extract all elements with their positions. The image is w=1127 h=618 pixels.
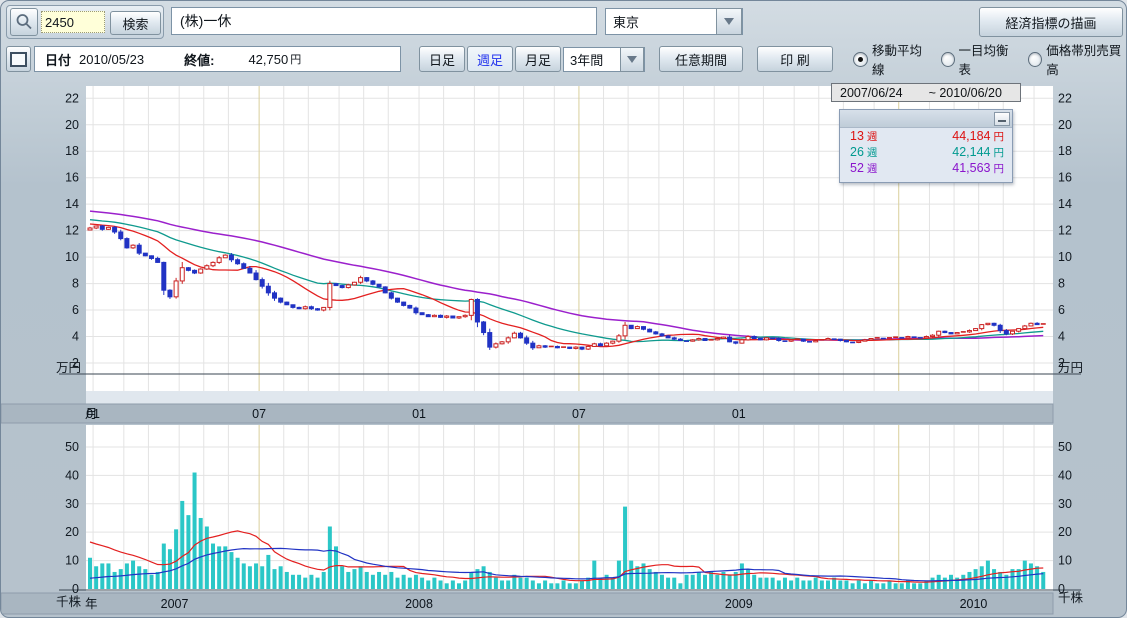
svg-text:22: 22 <box>1058 91 1072 105</box>
range-from: 2007/06/24 <box>840 86 903 100</box>
svg-text:万円: 万円 <box>56 361 81 375</box>
svg-text:20: 20 <box>65 118 79 132</box>
svg-text:01: 01 <box>412 407 426 421</box>
svg-text:年: 年 <box>85 597 98 611</box>
svg-text:千株: 千株 <box>56 594 82 609</box>
ma-legend-panel: 13週 44,184円 26週 42,144円 52週 41,563円 <box>839 109 1013 183</box>
svg-text:18: 18 <box>65 144 79 158</box>
svg-text:4: 4 <box>72 330 79 344</box>
minimize-icon[interactable] <box>994 112 1010 126</box>
svg-text:千株: 千株 <box>1058 590 1084 605</box>
range-select-value: 3年間 <box>570 50 603 69</box>
quote-info-field: 日付 2010/05/23 終値: 42,750 円 <box>34 46 401 72</box>
svg-text:2009: 2009 <box>725 597 753 611</box>
radio-icon <box>853 52 868 67</box>
range-to: ~ 2010/06/20 <box>929 86 1002 100</box>
radio-volume-by-price[interactable]: 価格帯別売買高 <box>1028 40 1126 78</box>
radio-moving-average[interactable]: 移動平均線 <box>853 40 928 78</box>
svg-text:6: 6 <box>1058 303 1065 317</box>
ma-legend-header <box>840 110 1012 128</box>
svg-text:16: 16 <box>1058 171 1072 185</box>
svg-text:07: 07 <box>252 407 266 421</box>
svg-text:01: 01 <box>86 407 100 421</box>
date-range-box[interactable]: 2007/06/24 ~ 2010/06/20 <box>831 83 1021 102</box>
close-label: 終値: <box>184 50 214 69</box>
overlay-radio-group: 移動平均線 一目均衡表 価格帯別売買高 <box>853 46 1126 72</box>
range-dropdown-button[interactable] <box>620 47 644 72</box>
svg-text:12: 12 <box>65 224 79 238</box>
search-icon <box>15 13 33 31</box>
svg-text:12: 12 <box>1058 224 1072 238</box>
company-name-field[interactable] <box>171 7 597 35</box>
svg-text:6: 6 <box>72 303 79 317</box>
svg-text:16: 16 <box>65 171 79 185</box>
search-button[interactable]: 検索 <box>110 11 161 35</box>
svg-text:万円: 万円 <box>1058 361 1083 375</box>
ma-legend-row-26: 26週 42,144円 <box>840 144 1012 160</box>
svg-text:10: 10 <box>65 554 79 568</box>
radio-label: 一目均衡表 <box>959 40 1016 78</box>
svg-text:2010: 2010 <box>960 597 988 611</box>
svg-text:0: 0 <box>72 582 79 596</box>
search-group: 検索 <box>6 5 164 39</box>
stock-chart-window: 224466881010121214141616181820202222万円万円… <box>0 0 1127 618</box>
window-icon <box>10 52 27 67</box>
economic-indicator-button[interactable]: 経済指標の描画 <box>979 7 1123 37</box>
svg-text:30: 30 <box>1058 497 1072 511</box>
svg-text:40: 40 <box>65 468 79 482</box>
period-weekly-button[interactable]: 週足 <box>467 46 513 72</box>
svg-text:40: 40 <box>1058 468 1072 482</box>
svg-text:8: 8 <box>1058 277 1065 291</box>
svg-text:8: 8 <box>72 277 79 291</box>
radio-label: 価格帯別売買高 <box>1046 40 1126 78</box>
close-value: 42,750 <box>248 52 288 67</box>
print-button[interactable]: 印 刷 <box>757 46 833 72</box>
svg-text:22: 22 <box>65 91 79 105</box>
svg-text:2008: 2008 <box>405 597 433 611</box>
chevron-down-icon <box>627 56 637 63</box>
svg-text:18: 18 <box>1058 144 1072 158</box>
date-label: 日付 <box>45 50 71 69</box>
month-axis-strip <box>1 404 1053 423</box>
market-select-value: 東京 <box>613 12 639 31</box>
svg-text:4: 4 <box>1058 330 1065 344</box>
svg-text:30: 30 <box>65 497 79 511</box>
svg-text:14: 14 <box>65 197 79 211</box>
radio-ichimoku[interactable]: 一目均衡表 <box>941 40 1016 78</box>
period-daily-button[interactable]: 日足 <box>419 46 465 72</box>
svg-text:2007: 2007 <box>161 597 189 611</box>
search-input[interactable] <box>41 11 105 33</box>
close-unit: 円 <box>290 51 301 67</box>
chevron-down-icon <box>724 18 734 25</box>
radio-icon <box>1028 52 1042 67</box>
svg-text:01: 01 <box>732 407 746 421</box>
date-value: 2010/05/23 <box>79 52 144 67</box>
range-select[interactable]: 3年間 <box>563 47 645 72</box>
radio-label: 移動平均線 <box>872 40 928 78</box>
custom-period-button[interactable]: 任意期間 <box>659 46 743 72</box>
radio-icon <box>941 52 955 67</box>
market-dropdown-button[interactable] <box>716 8 742 35</box>
svg-text:50: 50 <box>65 440 79 454</box>
ma-legend-row-52: 52週 41,563円 <box>840 160 1012 176</box>
svg-text:50: 50 <box>1058 440 1072 454</box>
market-select[interactable]: 東京 <box>605 8 743 35</box>
svg-text:20: 20 <box>1058 525 1072 539</box>
svg-text:07: 07 <box>572 407 586 421</box>
magnifier-button[interactable] <box>10 8 38 36</box>
svg-text:10: 10 <box>65 250 79 264</box>
ma-legend-row-13: 13週 44,184円 <box>840 128 1012 144</box>
year-axis-strip <box>1 593 1053 614</box>
svg-text:10: 10 <box>1058 554 1072 568</box>
price-plot-lower-band <box>86 391 1053 404</box>
period-monthly-button[interactable]: 月足 <box>515 46 561 72</box>
svg-text:20: 20 <box>1058 118 1072 132</box>
svg-text:14: 14 <box>1058 197 1072 211</box>
window-style-button[interactable] <box>6 46 31 72</box>
svg-text:20: 20 <box>65 525 79 539</box>
svg-text:10: 10 <box>1058 250 1072 264</box>
